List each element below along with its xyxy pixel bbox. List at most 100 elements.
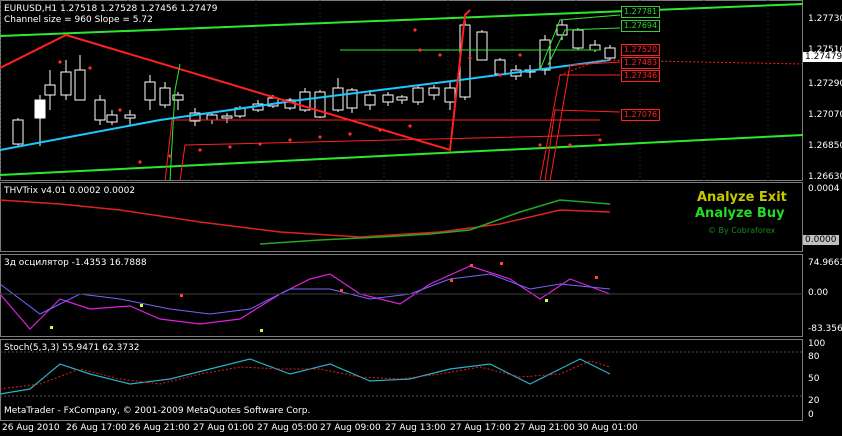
osc-marker (595, 276, 598, 279)
signal-dot (568, 143, 572, 147)
signal-dot (413, 28, 417, 32)
candle-body (382, 94, 394, 103)
osc-marker (545, 299, 548, 302)
candle-body (106, 114, 118, 123)
osc-marker (50, 326, 53, 329)
price-axis-label: 1.27070 (808, 110, 842, 120)
osc-marker (180, 294, 183, 297)
osc-marker (140, 304, 143, 307)
candle-body (332, 87, 344, 111)
stoch-axis-label: 0 (808, 410, 814, 420)
channel-info: Channel size = 960 Slope = 5.72 (4, 15, 153, 25)
price-axis-label: 1.26630 (808, 172, 842, 182)
candle-body (12, 119, 24, 145)
candle-body (314, 91, 326, 118)
candle-body (494, 59, 506, 75)
candle-body (44, 84, 56, 96)
stoch-axis-label: 20 (808, 396, 820, 406)
time-label: 27 Aug 17:00 (450, 423, 511, 433)
analyze-buy-label: Analyze Buy (695, 206, 785, 221)
footer-copyright: MetaTrader - FxCompany, © 2001-2009 Meta… (4, 406, 311, 416)
stoch-axis-label: 80 (808, 352, 820, 362)
credit-label: © By Cobraforex (708, 226, 776, 235)
candle-body (206, 114, 218, 121)
thv-trix-pane[interactable]: THVTrix v4.01 0.0002 0.0002 0.0004 0.000… (0, 182, 842, 252)
time-label: 27 Aug 05:00 (257, 423, 318, 433)
symbol-title: EURUSD,H1 1.27518 1.27528 1.27456 1.2747… (4, 4, 218, 14)
candle-body (159, 87, 171, 106)
time-label: 26 Aug 21:00 (129, 423, 190, 433)
stochastic-pane[interactable]: Stoch(5,3,3) 55.9471 62.3732 100 80 50 2… (0, 339, 842, 421)
time-label: 30 Aug 01:00 (577, 423, 638, 433)
osc-marker (340, 289, 343, 292)
candle-body (94, 99, 106, 121)
osc-marker (470, 264, 473, 267)
signal-dot (378, 128, 382, 132)
candle-body (124, 114, 136, 119)
time-label: 27 Aug 01:00 (193, 423, 254, 433)
candle-body (221, 115, 233, 119)
candle-body (476, 31, 488, 61)
thv-axis-bottom: 0.0000 (803, 235, 839, 245)
osc-marker (260, 329, 263, 332)
level-box: 1.27781 (621, 6, 661, 18)
osc-marker (500, 262, 503, 265)
candle-body (444, 87, 456, 103)
osc-axis-label: 74.9663 (808, 258, 842, 268)
signal-dot (468, 56, 472, 60)
signal-dot (88, 66, 92, 70)
candle-body (396, 96, 408, 101)
signal-dot (598, 138, 602, 142)
candle-body (589, 44, 601, 51)
signal-dot (258, 142, 262, 146)
signal-dot (518, 53, 522, 57)
main-chart-pane[interactable]: EURUSD,H1 1.27518 1.27528 1.27456 1.2747… (0, 0, 842, 182)
level-box: 1.27483 (621, 57, 661, 69)
time-label: 27 Aug 09:00 (320, 423, 381, 433)
trix-red-line (0, 199, 611, 238)
candle-body (60, 71, 72, 96)
signal-dot (288, 138, 292, 142)
signal-dot (418, 48, 422, 52)
stoch-signal-line (0, 360, 611, 390)
candle-body (428, 87, 440, 96)
signal-dot (498, 73, 502, 77)
analyze-exit-label: Analyze Exit (697, 190, 787, 205)
oscillator-pane[interactable]: 3д осцилятор -1.4353 16.7888 74.9663 0.0… (0, 254, 842, 337)
candle-body (604, 47, 616, 59)
signal-dot (118, 108, 122, 112)
level-box: 1.27076 (621, 109, 661, 121)
stoch-axis-label: 50 (808, 374, 820, 384)
current-price-tag: 1.27479 (803, 52, 842, 62)
signal-dot (348, 132, 352, 136)
price-axis-label: 1.27290 (808, 79, 842, 89)
stoch-axis-label: 100 (808, 339, 826, 349)
candle-body (572, 29, 584, 49)
signal-dot (58, 60, 62, 64)
osc-marker (450, 279, 453, 282)
support-line (179, 134, 601, 181)
thv-axis-top: 0.0004 (808, 184, 840, 194)
candle-body (412, 87, 424, 103)
level-box: 1.27346 (621, 70, 661, 82)
price-axis-label: 1.27730 (808, 14, 842, 24)
candle-body (144, 81, 156, 101)
osc-axis-label: -83.3562 (808, 324, 842, 334)
price-chart-canvas[interactable] (0, 0, 803, 181)
time-label: 26 Aug 2010 (2, 423, 60, 433)
signal-dot (138, 160, 142, 164)
stoch-title: Stoch(5,3,3) 55.9471 62.3732 (4, 343, 140, 353)
candle-body (364, 94, 376, 106)
signal-dot (168, 154, 172, 158)
oscillator-line-main (0, 265, 611, 330)
level-box: 1.27520 (621, 44, 661, 56)
signal-dot (318, 135, 322, 139)
time-label: 26 Aug 17:00 (66, 423, 127, 433)
time-label: 27 Aug 21:00 (514, 423, 575, 433)
osc-axis-label: 0.00 (808, 288, 829, 298)
thv-title: THVTrix v4.01 0.0002 0.0002 (4, 186, 136, 196)
trix-green-line (259, 199, 611, 245)
signal-dot (538, 143, 542, 147)
candle-body (34, 99, 46, 119)
channel-red-line (549, 61, 621, 181)
